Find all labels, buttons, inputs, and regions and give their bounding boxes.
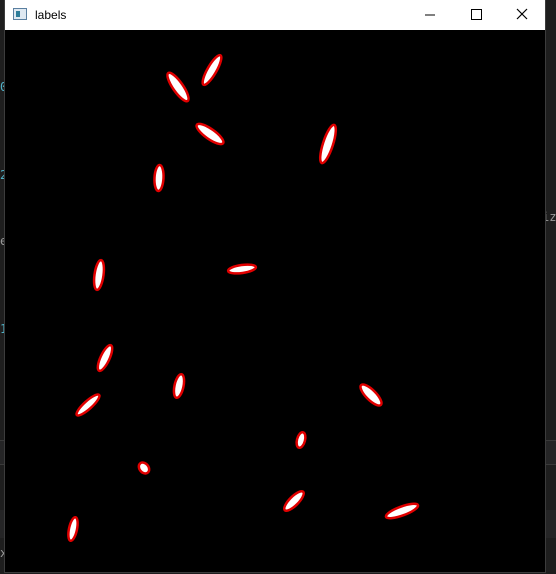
image-canvas	[5, 30, 545, 572]
labeled-blob	[283, 490, 305, 512]
labeled-blob	[384, 502, 420, 520]
labeled-blob	[166, 71, 190, 103]
labeled-blob	[172, 372, 186, 400]
labeled-blob	[75, 393, 101, 417]
labeled-blob	[137, 461, 151, 475]
labeled-blob	[96, 343, 114, 373]
minimize-icon	[425, 14, 435, 16]
blob-layer	[67, 53, 420, 543]
maximize-button[interactable]	[453, 0, 499, 30]
labeled-blob	[226, 263, 258, 275]
close-icon	[516, 8, 528, 20]
window-title: labels	[35, 8, 67, 22]
labeled-blob	[153, 163, 165, 193]
labeled-blob	[195, 122, 225, 146]
labeled-blob	[295, 430, 307, 450]
labeled-blob	[359, 383, 383, 407]
labeled-blob	[201, 53, 223, 87]
app-window-icon	[13, 8, 27, 20]
minimize-button[interactable]	[407, 0, 453, 30]
image-window: labels	[5, 0, 545, 572]
labeled-blob	[92, 258, 106, 292]
close-button[interactable]	[499, 0, 545, 30]
maximize-icon	[471, 9, 482, 20]
labeled-blob	[318, 123, 338, 165]
labels-image	[67, 53, 420, 543]
labeled-blob	[67, 515, 79, 543]
title-bar[interactable]: labels	[5, 0, 545, 30]
